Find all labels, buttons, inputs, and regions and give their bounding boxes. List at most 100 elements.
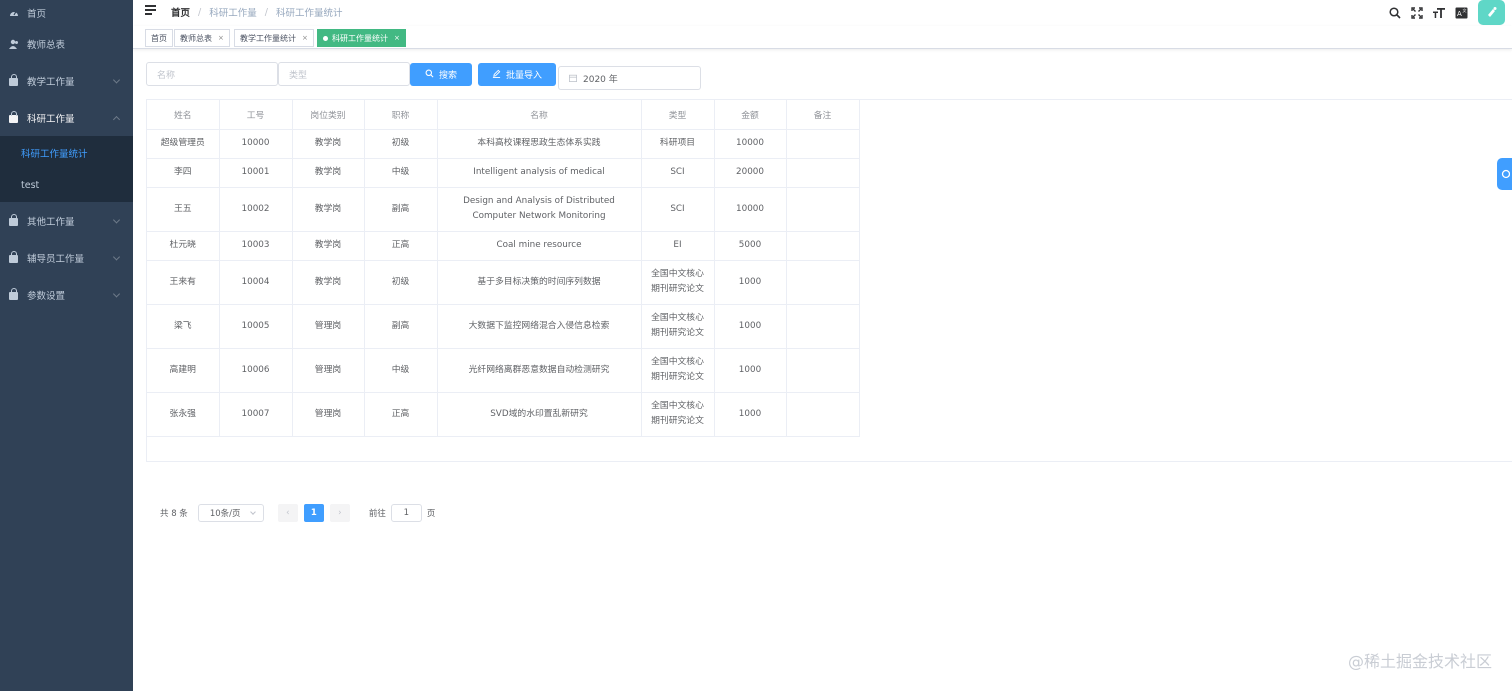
goto-page-input[interactable]: 1 [390,504,422,522]
table-row[interactable]: 梁飞 10005 管理岗 副高 大数据下监控网络混合入侵信息检索 全国中文核心期… [147,304,860,349]
sidebar-item-counselor-workload[interactable]: 辅导员工作量 [0,239,133,276]
tag-teaching-stats[interactable]: 教学工作量统计 × [234,29,314,47]
sidebar-item-label: 科研工作量 [27,113,75,125]
table-row[interactable]: 高建明 10006 管理岗 中级 光纤网络离群恶意数据自动检测研究 全国中文核心… [147,348,860,393]
breadcrumb: 首页 / 科研工作量 / 科研工作量统计 [171,5,342,20]
sidebar-item-settings[interactable]: 参数设置 [0,276,133,313]
sidebar-item-teaching-workload[interactable]: 教学工作量 [0,62,133,99]
research-submenu: 科研工作量统计 test [0,136,133,202]
lock-icon [8,214,19,226]
table-cell: 10004 [219,260,293,305]
tags-view: 首页 教师总表 × 教学工作量统计 × 科研工作量统计 × [133,26,1512,49]
search-button[interactable]: 搜索 [410,63,472,86]
close-icon[interactable]: × [218,34,224,42]
sidebar-item-teachers[interactable]: 教师总表 [0,25,133,62]
year-value: 2020 年 [583,74,618,85]
table-cell: 教学岗 [292,129,365,159]
next-page-button[interactable]: › [329,504,350,522]
pagination-total: 共 8 条 [160,509,188,519]
table-cell [786,187,860,232]
table-row[interactable]: 王五 10002 教学岗 副高 Design and Analysis of D… [147,187,860,232]
tag-teachers[interactable]: 教师总表 × [174,29,230,47]
chevron-right-icon: › [338,508,342,518]
batch-import-button[interactable]: 批量导入 [478,63,556,86]
chevron-left-icon: ‹ [286,508,290,518]
table-cell: 10000 [714,129,787,159]
table-cell: SCI [641,187,715,232]
table-cell [786,348,860,393]
breadcrumb-item[interactable]: 首页 [171,5,190,19]
column-header: 备注 [786,100,860,130]
avatar[interactable] [1478,0,1505,25]
tag-label: 教师总表 [180,33,212,43]
breadcrumb-separator: / [198,6,202,18]
sidebar-item-other-workload[interactable]: 其他工作量 [0,202,133,239]
table-cell: 梁飞 [147,304,220,349]
table-cell: 超级管理员 [147,129,220,159]
lock-icon [8,111,19,123]
prev-page-button[interactable]: ‹ [277,504,298,522]
table-cell: 正高 [364,392,438,437]
search-icon[interactable] [1384,3,1406,23]
table-cell: 全国中文核心期刊研究论文 [641,260,715,305]
table-cell: Design and Analysis of Distributed Compu… [437,187,642,232]
table-cell: 王五 [147,187,220,232]
table-cell: 中级 [364,158,438,188]
sidebar-item-home[interactable]: 首页 [0,0,133,25]
table-cell: 10006 [219,348,293,393]
tag-research-stats[interactable]: 科研工作量统计 × [317,29,406,47]
font-size-icon[interactable] [1428,3,1450,23]
settings-drawer-toggle[interactable] [1497,158,1512,190]
lock-icon [8,251,19,263]
lock-icon [8,288,19,300]
table-cell: 10002 [219,187,293,232]
sidebar-item-label: 辅导员工作量 [27,253,85,265]
table-cell: 李四 [147,158,220,188]
pagination: 共 8 条 10条/页 ‹ 1 › 前往 1 页 [160,504,435,522]
table-cell: 基于多目标决策的时间序列数据 [437,260,642,305]
page-size-select[interactable]: 10条/页 [197,504,264,522]
table-row[interactable]: 超级管理员 10000 教学岗 初级 本科高校课程思政生态体系实践 科研项目 1… [147,129,860,159]
table-cell: 科研项目 [641,129,715,159]
calendar-icon [569,74,577,82]
sidebar-item-research-stats[interactable]: 科研工作量统计 [0,136,133,169]
table-cell [786,392,860,437]
year-picker[interactable]: 2020 年 [558,66,701,90]
close-icon[interactable]: × [394,34,400,42]
table-cell: 10003 [219,231,293,261]
sidebar-item-label: 教学工作量 [27,76,75,88]
data-table: 姓名 工号 岗位类别 职称 名称 类型 金额 备注 超级管理员 10000 教学… [146,99,1512,462]
type-input[interactable]: 类型 [278,62,410,86]
sidebar-item-research-workload[interactable]: 科研工作量 [0,99,133,136]
column-header: 工号 [219,100,293,130]
table-cell: EI [641,231,715,261]
hamburger-icon[interactable] [145,5,156,15]
table-row[interactable]: 李四 10001 教学岗 中级 Intelligent analysis of … [147,158,860,188]
column-header: 姓名 [147,100,220,130]
goto-prefix: 前往 [368,509,386,519]
table-row[interactable]: 张永强 10007 管理岗 正高 SVD域的水印置乱新研究 全国中文核心期刊研究… [147,392,860,437]
sidebar-item-test[interactable]: test [0,169,133,202]
table-cell: 教学岗 [292,158,365,188]
svg-text:A: A [1457,10,1462,18]
svg-text:文: 文 [1462,7,1466,13]
lock-icon [8,74,19,86]
table-cell: 中级 [364,348,438,393]
tag-home[interactable]: 首页 [145,29,173,47]
table-cell: 教学岗 [292,231,365,261]
name-input[interactable]: 名称 [146,62,278,86]
language-icon[interactable]: A文 [1450,3,1472,23]
close-icon[interactable]: × [302,34,308,42]
table-row[interactable]: 杜元晓 10003 教学岗 正高 Coal mine resource EI 5… [147,231,860,261]
chevron-down-icon [112,215,121,224]
fullscreen-icon[interactable] [1406,3,1428,23]
table-cell [786,260,860,305]
search-button-label: 搜索 [438,71,457,81]
dashboard-icon [8,7,19,18]
table-cell: 管理岗 [292,392,365,437]
page-number-current[interactable]: 1 [303,504,324,522]
table-cell: 副高 [364,304,438,349]
table-row[interactable]: 王来有 10004 教学岗 初级 基于多目标决策的时间序列数据 全国中文核心期刊… [147,260,860,305]
navbar: 首页 / 科研工作量 / 科研工作量统计 A文 [133,0,1512,26]
page-size-value: 10条/页 [209,509,241,519]
